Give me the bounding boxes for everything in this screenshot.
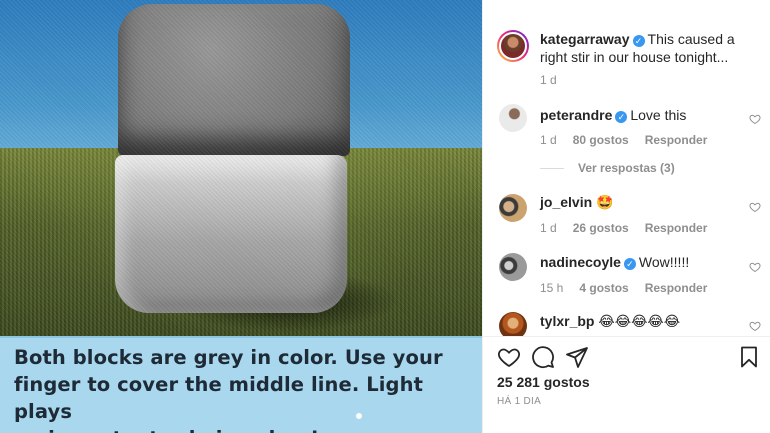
comment-text: 😂😂😂😂😂 [598, 313, 681, 329]
post-age[interactable]: HÁ 1 DIA [497, 396, 541, 407]
heart-icon[interactable] [497, 345, 521, 369]
avatar[interactable] [499, 253, 527, 281]
reply-button[interactable]: Responder [645, 221, 708, 235]
comment-heart-icon[interactable] [749, 201, 761, 213]
avatar[interactable] [499, 312, 527, 336]
comment-time[interactable]: 1 d [540, 221, 557, 235]
image-top-block [118, 4, 350, 156]
comment-bubble-icon[interactable] [531, 345, 555, 369]
author-username[interactable]: kategarraway [540, 31, 630, 47]
comment-likes[interactable]: 80 gostos [573, 133, 629, 147]
comment-heart-icon[interactable] [749, 113, 761, 125]
comment: tylxr_bp 😂😂😂😂😂 [540, 312, 755, 330]
comment-heart-icon[interactable] [749, 261, 761, 273]
post-caption: kategarraway ✓ This caused a right stir in… [540, 30, 755, 66]
post-actions-bar: 25 281 gostos HÁ 1 DIA [483, 336, 770, 433]
likes-count[interactable]: 25 281 gostos [497, 374, 590, 390]
verified-badge-icon: ✓ [623, 258, 636, 270]
comment-time[interactable]: 1 d [540, 133, 557, 147]
replies-divider [540, 168, 564, 170]
comment-text: Wow!!!!! [638, 254, 690, 270]
verified-badge-icon: ✓ [615, 111, 628, 123]
view-replies-button[interactable]: Ver respostas (3) [540, 161, 675, 175]
bookmark-icon[interactable] [737, 345, 761, 369]
post-image[interactable]: Both blocks are grey in color. Use your … [0, 0, 482, 433]
reply-button[interactable]: Responder [645, 133, 708, 147]
comment-text: 🤩 [596, 194, 614, 210]
comment-likes[interactable]: 26 gostos [573, 221, 629, 235]
author-avatar[interactable] [497, 30, 529, 62]
paper-plane-icon[interactable] [565, 345, 589, 369]
carousel-dot [356, 413, 362, 419]
image-caption-text: Both blocks are grey in color. Use your … [14, 346, 443, 433]
post-time: 1 d [540, 73, 557, 87]
avatar[interactable] [499, 104, 527, 132]
comment-meta: 15 h 4 gostos Responder [540, 281, 723, 295]
comment-likes[interactable]: 4 gostos [579, 281, 628, 295]
avatar[interactable] [499, 194, 527, 222]
post-side-panel: kategarraway ✓ This caused a right stir in… [482, 0, 770, 433]
comment-text: Love this [630, 107, 687, 123]
verified-badge-icon: ✓ [632, 35, 645, 47]
comment-meta: 1 d 26 gostos Responder [540, 221, 723, 235]
reply-button[interactable]: Responder [645, 281, 708, 295]
comment-username[interactable]: jo_elvin [540, 194, 592, 210]
comment-username[interactable]: tylxr_bp [540, 313, 594, 329]
comments-list[interactable]: kategarraway ✓ This caused a right stir in… [483, 0, 770, 336]
comment: peterandre ✓ Love this [540, 106, 755, 124]
image-bottom-block [115, 155, 347, 313]
comment-username[interactable]: nadinecoyle [540, 254, 621, 270]
comment-meta: 1 d 80 gostos Responder [540, 133, 723, 147]
comment: jo_elvin 🤩 [540, 193, 755, 211]
comment-heart-icon[interactable] [749, 320, 761, 332]
comment: nadinecoyle ✓ Wow!!!!! [540, 253, 755, 271]
comment-time[interactable]: 15 h [540, 281, 563, 295]
comment-username[interactable]: peterandre [540, 107, 612, 123]
